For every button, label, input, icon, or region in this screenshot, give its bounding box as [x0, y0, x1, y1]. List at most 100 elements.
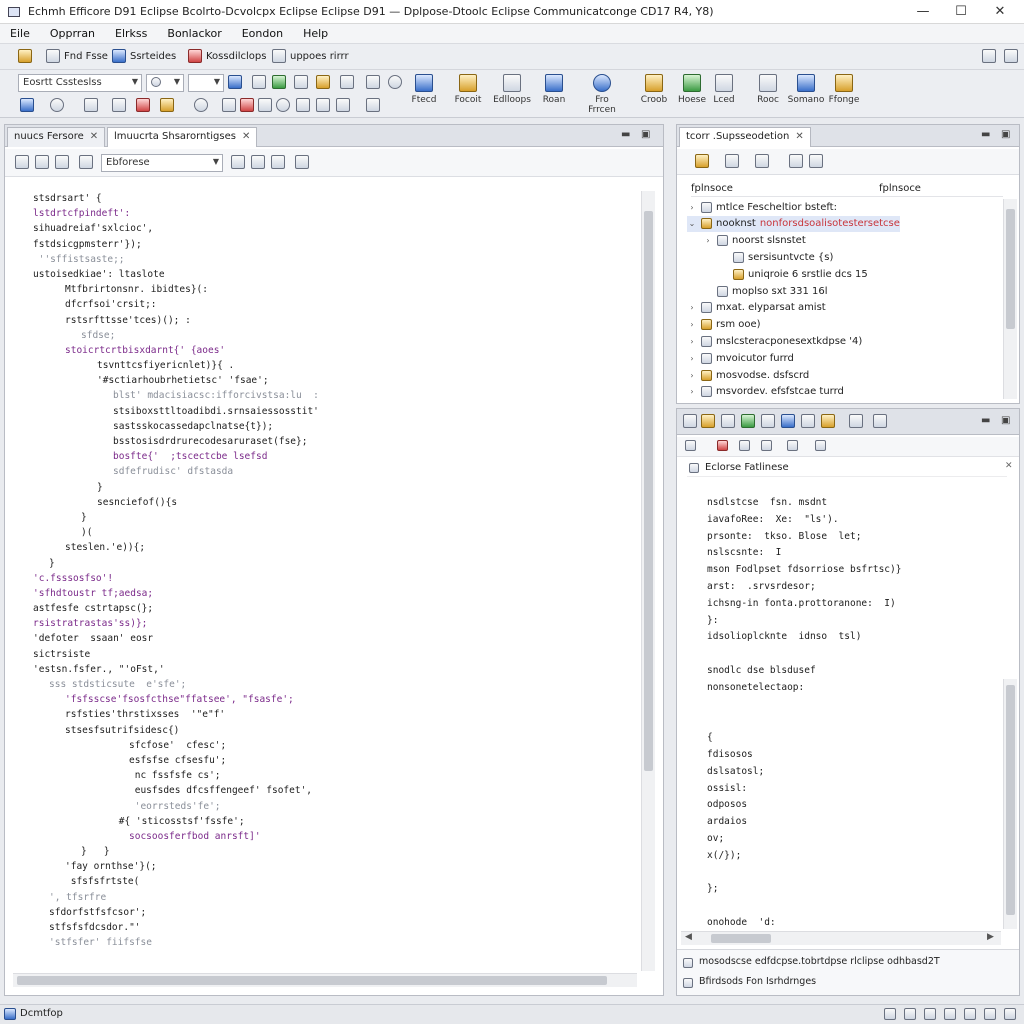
toolbar-button-run[interactable] [272, 75, 286, 89]
code-line[interactable]: stsdrsart' { [17, 191, 637, 206]
toolbar-button-new[interactable] [228, 75, 242, 89]
outline-tree-item[interactable]: › mxat. elyparsat amist [687, 300, 826, 316]
toolbar-button-debug[interactable] [252, 75, 266, 89]
code-line[interactable]: steslen.'e)){; [17, 540, 637, 555]
toolbar-button-coverage[interactable] [294, 75, 308, 89]
toolbar-button-find[interactable] [194, 98, 208, 112]
scrollbar-thumb[interactable] [17, 976, 607, 985]
expand-toggle-icon[interactable]: › [687, 303, 697, 312]
outline-tree-item[interactable]: uniqroie 6 srstlie dcs 15 [719, 266, 868, 282]
code-line[interactable]: 'eorrsteds'fe'; [17, 799, 637, 814]
toolbar-button-frrcen[interactable]: Fro Frrcen [580, 74, 624, 115]
back-icon[interactable] [15, 155, 29, 169]
toolbar-button-support[interactable]: uppoes rirrr [272, 49, 349, 63]
key-icon[interactable] [809, 154, 823, 168]
toolbar-button-sync[interactable] [276, 98, 290, 112]
gear-icon[interactable] [849, 414, 863, 428]
code-line[interactable]: ustoisedkiae': ltaslote [17, 267, 637, 282]
toolbar-button-layout[interactable] [1004, 49, 1018, 63]
outline-tree-item[interactable]: › mslcsteracponesextkdpse '4) [687, 333, 862, 349]
outline-tree-item[interactable]: sersisuntvcte {s) [719, 249, 833, 265]
open-console-icon[interactable] [787, 440, 798, 451]
outline-tree-item[interactable]: moplso sxt 331 16l [703, 283, 828, 299]
code-line[interactable]: fstdsicgpmsterr'}); [17, 237, 637, 252]
chevron-left-icon[interactable]: ◀ [685, 932, 692, 942]
console-icon[interactable] [683, 414, 697, 428]
toolbar-button-fetch[interactable]: Ftecd [402, 74, 446, 105]
scrollbar-thumb[interactable] [711, 934, 771, 943]
code-line[interactable]: eusfsdes dfcsffengeef' fsofet', [17, 783, 637, 798]
expand-toggle-icon[interactable]: › [703, 236, 713, 245]
code-line[interactable]: 'estsn.fsfer., "'oFst,' [17, 662, 637, 677]
code-line[interactable]: } [17, 480, 637, 495]
toolbar-button-ffonge[interactable]: Ffonge [822, 74, 866, 105]
toolbar-button-focus[interactable]: Focoit [446, 74, 490, 105]
word-wrap-icon[interactable] [761, 440, 772, 451]
code-line[interactable]: sfdse; [17, 328, 637, 343]
minimize-icon[interactable]: ▬ [621, 129, 630, 140]
code-line[interactable]: sastsskocassedapclnatse{t}); [17, 419, 637, 434]
problems-icon[interactable] [701, 414, 715, 428]
code-line[interactable]: stsesfsutrifsidesc{) [17, 723, 637, 738]
outline-tree-item[interactable]: › mtlce Fescheltior bsteft: [687, 199, 837, 215]
pencil-icon[interactable] [821, 414, 835, 428]
menu-help[interactable]: Help [293, 27, 338, 40]
toolbar-button-history[interactable] [50, 98, 64, 112]
tab-editor-1[interactable]: nuucs Fersore ✕ [7, 127, 106, 147]
code-line[interactable]: dfcrfsoi'crsit;: [17, 297, 637, 312]
minimize-icon[interactable]: ▬ [981, 129, 990, 140]
console-output[interactable]: nsdlstcse fsn. msdnt iavafoRee: Xe: "ls')… [707, 495, 997, 925]
toolbar-button-back[interactable] [20, 98, 34, 112]
menu-window[interactable]: Eondon [232, 27, 293, 40]
code-line[interactable]: 'c.fsssosfso'! [17, 571, 637, 586]
scrollbar-thumb[interactable] [1006, 685, 1015, 915]
toolbar-button-cancel[interactable]: Kossdilclops [188, 49, 266, 63]
editor-scope-combo[interactable]: Ebforese ▼ [101, 154, 223, 172]
console-horizontal-scrollbar[interactable]: ◀ ▶ [681, 931, 1001, 945]
toolbar-button-open[interactable] [18, 49, 32, 63]
hide-icon[interactable] [271, 155, 285, 169]
forward-icon[interactable] [35, 155, 49, 169]
outline-tree-item[interactable]: › mosvodse. dsfscrd [687, 367, 809, 383]
expand-toggle-icon[interactable]: › [687, 387, 697, 396]
code-editor[interactable]: stsdrsart' {lstdrtcfpindeft': sihuadreiaf… [17, 191, 637, 971]
sort-icon[interactable] [251, 155, 265, 169]
memory-icon[interactable] [924, 1008, 936, 1020]
close-icon[interactable]: ✕ [1005, 461, 1013, 471]
chevron-right-icon[interactable]: ▶ [987, 932, 994, 942]
git-icon[interactable] [964, 1008, 976, 1020]
code-line[interactable]: )( [17, 525, 637, 540]
menu-icon[interactable] [295, 155, 309, 169]
close-button[interactable]: ✕ [977, 2, 1023, 22]
filter-icon[interactable] [79, 155, 93, 169]
code-line[interactable]: 'defoter ssaan' eosr [17, 631, 637, 646]
sync-icon[interactable] [944, 1008, 956, 1020]
toolbar-button-profile[interactable] [316, 75, 330, 89]
code-line[interactable]: tsvnttcsfiyericnlet)}{ . [17, 358, 637, 373]
launch-combo[interactable]: ▼ [146, 74, 184, 92]
clear-icon[interactable] [801, 414, 815, 428]
package-icon[interactable] [725, 154, 739, 168]
toolbar-button-build[interactable] [366, 75, 380, 89]
more-icon[interactable] [815, 440, 826, 451]
remove-all-icon[interactable] [739, 440, 750, 451]
toolbar-button-edloops[interactable]: Edlloops [490, 74, 534, 105]
code-line[interactable]: ', tfsrfre [17, 890, 637, 905]
code-line[interactable]: } } [17, 844, 637, 859]
code-line[interactable]: stsiboxsttltoadibdi.srnsaiessosstit' [17, 404, 637, 419]
code-line[interactable]: lstdrtcfpindeft': [17, 206, 637, 221]
code-line[interactable]: bsstosisdrdrurecodesaruraset(fse}; [17, 434, 637, 449]
maximize-icon[interactable]: ▣ [1001, 415, 1010, 426]
code-line[interactable]: 'stfsfer' fiifsfse [17, 935, 637, 950]
outline-tree-item[interactable]: › mvoicutor furrd [687, 350, 794, 366]
expand-toggle-icon[interactable]: › [687, 354, 697, 363]
code-line[interactable]: sesnciefof(){s [17, 495, 637, 510]
code-line[interactable]: sdfefrudisc' dfstasda [17, 464, 637, 479]
display-icon[interactable] [781, 414, 795, 428]
view-menu-icon[interactable] [873, 414, 887, 428]
code-line[interactable]: rstsrfttsse'tces)(); : [17, 313, 637, 328]
outline-vertical-scrollbar[interactable] [1003, 199, 1017, 399]
outline-tree-item[interactable]: › msvordev. efsfstcae turrd [687, 384, 844, 400]
maximize-icon[interactable]: ▣ [641, 129, 650, 140]
code-line[interactable]: Mtfbrirtonsnr. ibidtes}(: [17, 282, 637, 297]
